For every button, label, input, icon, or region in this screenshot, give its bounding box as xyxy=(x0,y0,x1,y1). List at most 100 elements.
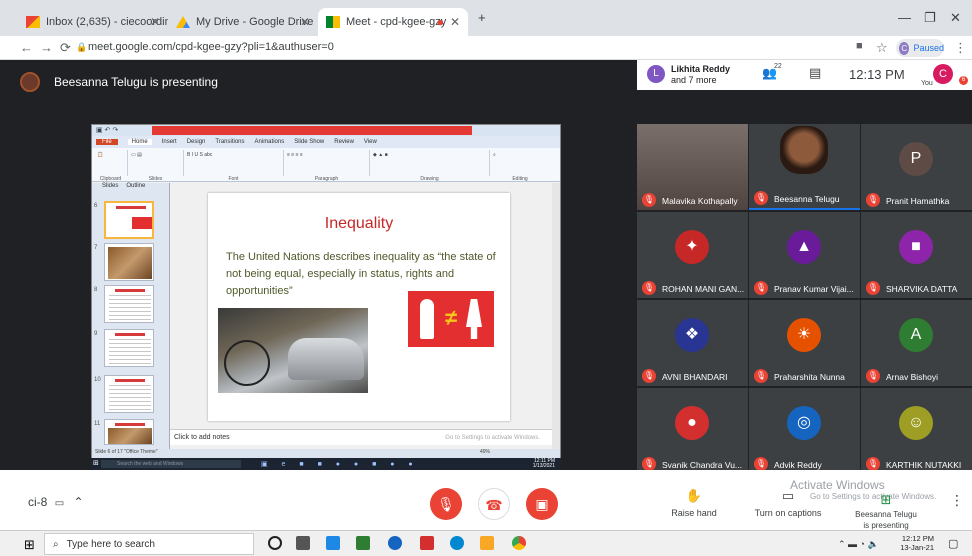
slide-scrollbar[interactable] xyxy=(552,183,560,449)
raise-hand-button[interactable]: ✋ Raise hand xyxy=(654,488,734,518)
mic-off-button[interactable]: 🎙︎ xyxy=(430,488,462,520)
self-avatar[interactable]: C xyxy=(933,64,953,84)
zoom-app-icon[interactable] xyxy=(326,536,340,550)
slide-thumbnail[interactable] xyxy=(104,201,154,239)
participant-tile[interactable]: ✦ 🎙︎ ROHAN MANI GAN... xyxy=(637,212,748,298)
forward-icon[interactable]: → xyxy=(40,40,53,55)
captions-button[interactable]: ▭ Turn on captions xyxy=(748,488,828,518)
edge-chromium-icon[interactable] xyxy=(450,536,464,550)
zoom-level[interactable]: 49% xyxy=(480,449,490,455)
slide-thumbnail[interactable] xyxy=(104,243,154,281)
thumb-number: 10 xyxy=(94,377,101,383)
participant-name: Svanik Chandra Vu... xyxy=(662,460,743,470)
participant-tile[interactable]: A 🎙︎ Arnav Bishoyi xyxy=(861,300,972,386)
quick-access-toolbar[interactable]: ▣ ↶ ↷ xyxy=(96,126,146,135)
ribbon-group-drawing[interactable]: ◆ ▲ ■ Drawing xyxy=(370,150,490,182)
slide-thumbnail[interactable] xyxy=(104,329,154,367)
close-tab-icon[interactable]: ✕ xyxy=(450,15,460,29)
url-field[interactable]: meet.google.com/cpd-kgee-gzy?pli=1&authu… xyxy=(88,41,334,53)
system-tray-icons[interactable]: ⌃ ▬ ◔ 🔈 xyxy=(838,539,879,550)
ppt-tab-transitions[interactable]: Transitions xyxy=(215,139,244,145)
notification-icon[interactable]: ▢ xyxy=(948,537,958,550)
participant-tile[interactable]: ◎ 🎙︎ Advik Reddy xyxy=(749,388,860,474)
ribbon-group-paragraph[interactable]: ≡ ≡ ≡ ≡ Paragraph xyxy=(284,150,370,182)
ppt-tab-view[interactable]: View xyxy=(364,139,377,145)
back-icon[interactable]: ← xyxy=(20,40,33,55)
ppt-tab-home[interactable]: Home xyxy=(127,139,152,145)
ribbon-group-clipboard[interactable]: 📋 Clipboard xyxy=(94,150,128,182)
edge-icon[interactable] xyxy=(388,536,402,550)
participant-tile[interactable]: ❖ 🎙︎ AVNI BHANDARI xyxy=(637,300,748,386)
ribbon-group-slides[interactable]: ▭ ▤ Slides xyxy=(128,150,184,182)
tab-gmail[interactable]: Inbox (2,635) - ciecoordinator@ ✕ xyxy=(18,8,168,36)
ppt-tab-slideshow[interactable]: Slide Show xyxy=(294,139,324,145)
chat-icon[interactable]: ▤ xyxy=(809,65,821,81)
ribbon-group-editing[interactable]: ⌕ Editing xyxy=(490,150,550,182)
participant-tile[interactable]: 🎙︎ Beesanna Telugu xyxy=(749,124,860,210)
participant-tile[interactable]: ☺ 🎙︎ KARTHIK NUTAKKI xyxy=(861,388,972,474)
ppt-tab-design[interactable]: Design xyxy=(187,139,206,145)
ppt-tab-review[interactable]: Review xyxy=(334,139,354,145)
maximize-icon[interactable]: ❐ xyxy=(924,10,936,26)
tab-drive[interactable]: My Drive - Google Drive ✕ xyxy=(168,8,318,36)
slide-thumbnail[interactable] xyxy=(104,419,154,445)
participant-name: Advik Reddy xyxy=(774,460,822,470)
mic-muted-icon: 🎙︎ xyxy=(642,281,656,295)
notes-pane[interactable]: Click to add notes Go to Settings to act… xyxy=(170,429,552,445)
leave-call-button[interactable]: ☎ xyxy=(478,488,510,520)
profile-button[interactable]: C Paused xyxy=(896,39,944,57)
participant-avatar: P xyxy=(899,142,933,176)
lock-icon: 🔒 xyxy=(76,42,88,52)
meeting-code: ci-8 xyxy=(28,495,48,509)
street-car-image xyxy=(218,308,368,393)
current-slide[interactable]: Inequality The United Nations describes … xyxy=(208,193,510,421)
notes-placeholder: Click to add notes xyxy=(174,434,230,441)
participant-tile[interactable]: ▲ 🎙︎ Pranav Kumar Vijai... xyxy=(749,212,860,298)
captions-label: Turn on captions xyxy=(754,508,822,518)
reload-icon[interactable]: ⟳ xyxy=(60,40,71,56)
participant-tile[interactable]: ■ 🎙︎ SHARVIKA DATTA xyxy=(861,212,972,298)
participant-avatar: ☺ xyxy=(899,406,933,440)
windows-start-icon[interactable]: ⊞ xyxy=(24,537,35,553)
ppt-tab-file[interactable]: File xyxy=(96,139,118,145)
meeting-details[interactable]: ci-8 ▭ ⌃ xyxy=(28,495,84,509)
app-icon[interactable] xyxy=(420,536,434,550)
taskbar-search[interactable]: ⌕ Type here to search xyxy=(44,533,254,555)
participant-tile[interactable]: 🎙︎ Malavika Kothapally xyxy=(637,124,748,210)
task-view-icon[interactable] xyxy=(296,536,310,550)
host-avatar: L xyxy=(647,65,665,83)
menu-kebab-icon[interactable]: ⋮ xyxy=(954,40,967,56)
chrome-icon[interactable] xyxy=(512,536,526,550)
slide-thumbnail-pane: Slides Outline 6 7 8 9 10 11 xyxy=(92,183,170,449)
more-options-icon[interactable]: ⋮ xyxy=(950,492,964,509)
ppt-tab-insert[interactable]: Insert xyxy=(162,139,177,145)
minimize-icon[interactable]: — xyxy=(898,10,911,25)
pane-tab-slides[interactable]: Slides xyxy=(102,183,118,192)
app-icon[interactable] xyxy=(356,536,370,550)
camera-off-button[interactable]: ▣ xyxy=(526,488,558,520)
system-clock[interactable]: 12:12 PM 13-Jan-21 xyxy=(900,534,934,552)
close-tab-icon[interactable]: ✕ xyxy=(150,15,160,29)
pane-tab-outline[interactable]: Outline xyxy=(126,183,145,192)
file-explorer-icon[interactable] xyxy=(480,536,494,550)
participant-tile[interactable]: ☀ 🎙︎ Praharshita Nunna xyxy=(749,300,860,386)
participant-tile[interactable]: P 🎙︎ Pranit Hamathka xyxy=(861,124,972,210)
bookmark-star-icon[interactable]: ☆ xyxy=(876,40,888,56)
notes-watermark: Go to Settings to activate Windows. xyxy=(445,435,540,441)
cortana-icon[interactable] xyxy=(268,536,282,550)
present-now-button[interactable]: ⊞ Beesanna Telugu is presenting xyxy=(846,493,926,531)
meet-control-bar: ci-8 ▭ ⌃ 🎙︎ ☎ ▣ Activate Windows Go to S… xyxy=(0,470,972,530)
tab-meet[interactable]: Meet - cpd-kgee-gzy ● ✕ xyxy=(318,8,468,36)
presenting-banner: Beesanna Telugu is presenting xyxy=(20,68,218,96)
camera-icon[interactable]: ■ xyxy=(856,40,863,52)
slide-thumbnail[interactable] xyxy=(104,375,154,413)
close-tab-icon[interactable]: ✕ xyxy=(300,15,310,29)
close-window-icon[interactable]: ✕ xyxy=(950,10,961,26)
host-name[interactable]: Likhita Reddy and 7 more xyxy=(671,64,730,86)
slide-thumbnail[interactable] xyxy=(104,285,154,323)
participant-tile[interactable]: ● 🎙︎ Svanik Chandra Vu... xyxy=(637,388,748,474)
ribbon-group-font[interactable]: B I U S abc Font xyxy=(184,150,284,182)
new-tab-button[interactable]: + xyxy=(478,10,486,25)
ppt-tab-animations[interactable]: Animations xyxy=(255,139,285,145)
participant-avatar: A xyxy=(899,318,933,352)
